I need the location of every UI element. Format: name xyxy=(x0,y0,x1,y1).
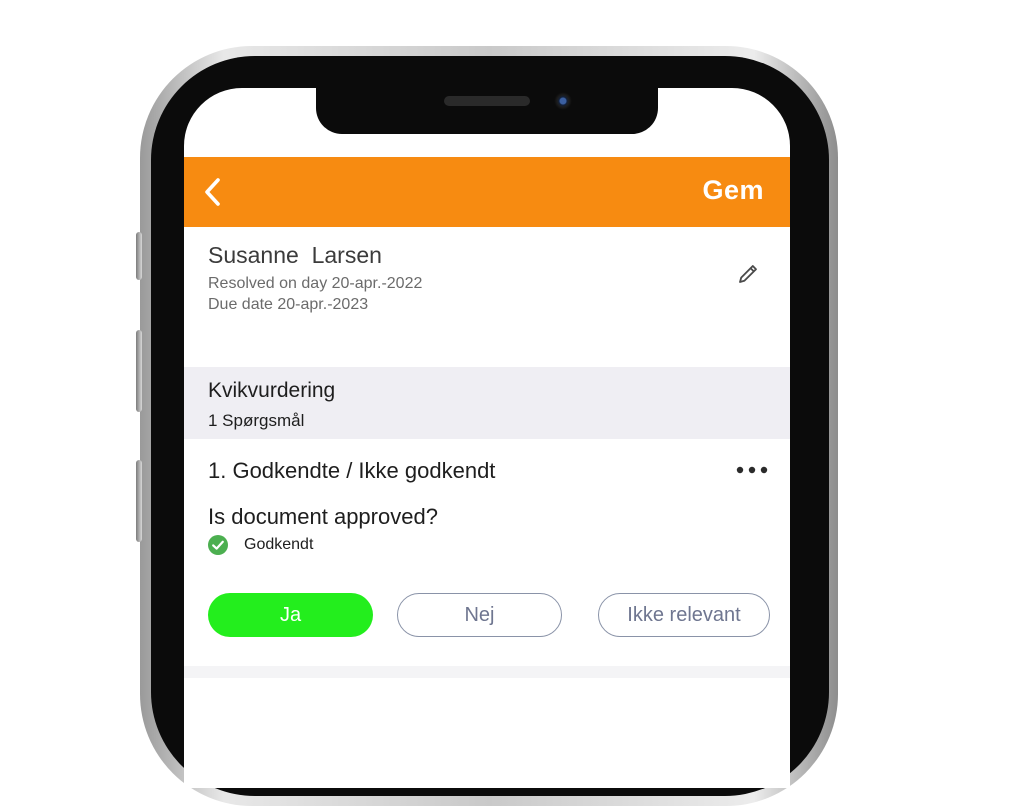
chevron-left-icon xyxy=(205,178,220,206)
question-title: 1. Godkendte / Ikke godkendt xyxy=(208,458,496,483)
back-button[interactable] xyxy=(198,174,228,210)
volume-up-button xyxy=(136,330,142,412)
section-title: Kvikvurdering xyxy=(208,379,336,402)
yes-button[interactable]: Ja xyxy=(208,593,373,637)
nav-bar: Gem xyxy=(184,157,790,227)
due-date: Due date 20-apr.-2023 xyxy=(208,296,369,313)
question-text: Is document approved? xyxy=(208,504,438,529)
not-relevant-button[interactable]: Ikke relevant xyxy=(598,593,770,637)
front-camera xyxy=(554,92,572,110)
no-button[interactable]: Nej xyxy=(397,593,562,637)
section-divider xyxy=(184,666,790,678)
save-button[interactable]: Gem xyxy=(702,175,764,206)
check-circle-icon xyxy=(208,535,228,555)
question-count: 1 Spørgsmål xyxy=(208,411,305,430)
earpiece-speaker xyxy=(444,96,530,106)
answer-label: Godkendt xyxy=(244,536,314,553)
volume-down-button xyxy=(136,460,142,542)
person-name: Susanne Larsen xyxy=(208,242,382,268)
more-options-button[interactable] xyxy=(734,458,770,482)
resolved-date: Resolved on day 20-apr.-2022 xyxy=(208,275,423,292)
notch xyxy=(316,88,658,134)
phone-screen: Gem Susanne Larsen Resolved on day 20-ap… xyxy=(184,88,790,788)
mute-switch xyxy=(136,232,142,280)
section-header: Kvikvurdering 1 Spørgsmål xyxy=(184,367,790,439)
edit-button[interactable] xyxy=(736,262,760,286)
pencil-icon xyxy=(739,265,757,283)
ellipsis-icon xyxy=(736,466,768,474)
